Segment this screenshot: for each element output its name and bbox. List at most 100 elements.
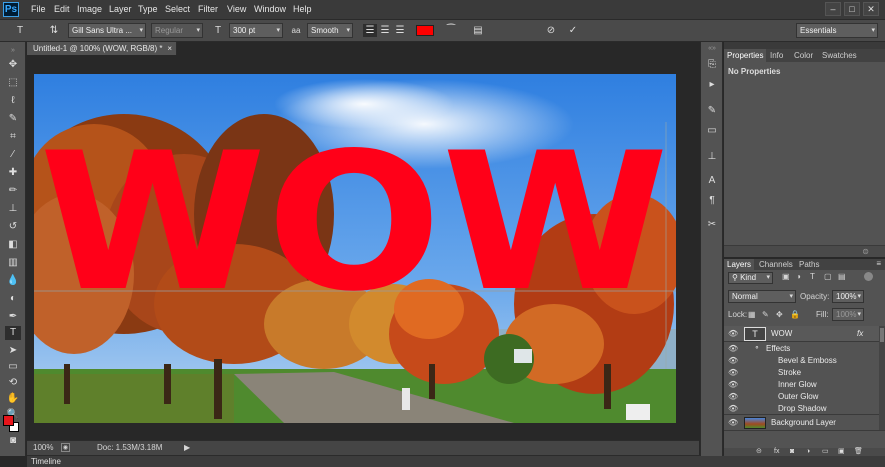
brush-panel-icon[interactable]: ✎ (705, 104, 719, 118)
delete-icon[interactable]: ⊜ (862, 247, 869, 256)
eye-icon[interactable]: 👁 (728, 380, 738, 390)
healing-brush-tool-icon[interactable]: ✚ (5, 166, 21, 180)
filter-toggle[interactable] (864, 272, 873, 281)
link-layers-icon[interactable]: ⊝ (756, 448, 762, 456)
canvas-image[interactable]: WOW (34, 74, 676, 423)
font-family-select[interactable]: Gill Sans Ultra ... ▾ (68, 23, 146, 38)
new-layer-icon[interactable]: ▣ (838, 448, 845, 456)
cancel-icon[interactable]: ⊘ (544, 24, 558, 37)
zoom-level[interactable]: 100% (33, 443, 53, 452)
text-color-swatch[interactable] (416, 25, 434, 36)
filter-shape-icon[interactable]: ▢ (824, 272, 832, 281)
type-tool-preset-icon[interactable]: T (13, 24, 27, 37)
character-panel-icon[interactable]: ▤ (471, 24, 485, 37)
pen-tool-icon[interactable]: ✒ (5, 310, 21, 324)
tab-paths[interactable]: Paths (796, 259, 822, 270)
brush-tool-icon[interactable]: ✏ (5, 184, 21, 198)
menu-window[interactable]: Window (254, 4, 286, 14)
document-tab[interactable]: Untitled-1 @ 100% (WOW, RGB/8) * × (27, 42, 177, 55)
quick-select-tool-icon[interactable]: ✎ (5, 112, 21, 126)
commit-check-icon[interactable]: ✓ (566, 24, 580, 37)
delete-layer-icon[interactable]: 🗑 (854, 448, 863, 456)
tab-properties[interactable]: Properties (724, 49, 767, 62)
layers-scrollbar[interactable] (879, 326, 885, 430)
type-tool-icon[interactable]: T (5, 326, 21, 340)
collapse-icon[interactable]: «» (705, 42, 719, 56)
eye-icon[interactable]: 👁 (728, 329, 738, 339)
align-center-icon[interactable]: ☰ (378, 24, 392, 37)
foreground-color-swatch[interactable] (3, 415, 14, 426)
eraser-tool-icon[interactable]: ◧ (5, 238, 21, 252)
collapse-icon[interactable]: » (5, 44, 21, 58)
warp-text-icon[interactable]: ⁀ (444, 24, 458, 37)
filter-type-icon[interactable]: T (810, 272, 815, 281)
status-menu-arrow-icon[interactable]: ▶ (184, 443, 190, 452)
tool-presets-icon[interactable]: ✂ (705, 218, 719, 232)
move-tool-icon[interactable]: ✥ (5, 58, 21, 72)
dodge-tool-icon[interactable]: ◐ (5, 292, 21, 306)
quick-mask-icon[interactable]: ◙ (5, 434, 21, 448)
filter-adjustment-icon[interactable]: ◑ (796, 272, 801, 281)
menu-filter[interactable]: Filter (198, 4, 218, 14)
filter-pixel-icon[interactable]: ▣ (782, 272, 790, 281)
eye-icon[interactable]: 👁 (728, 404, 738, 414)
blur-tool-icon[interactable]: 💧 (5, 274, 21, 288)
adjustment-layer-icon[interactable]: ◑ (806, 448, 810, 456)
minimize-button[interactable]: – (825, 2, 841, 16)
blend-mode-select[interactable]: Normal ▾ (728, 290, 796, 303)
text-orientation-icon[interactable]: ⇅ (47, 24, 61, 37)
menu-edit[interactable]: Edit (54, 4, 70, 14)
maximize-button[interactable]: □ (844, 2, 860, 16)
layer-row-wow[interactable]: 👁 T WOW fx (724, 326, 885, 342)
close-tab-icon[interactable]: × (167, 42, 172, 55)
eye-icon[interactable]: 👁 (728, 392, 738, 402)
eye-icon[interactable]: 👁 (728, 418, 738, 428)
lock-position-icon[interactable]: ✥ (776, 310, 783, 319)
workspace-select[interactable]: Essentials ▾ (796, 23, 878, 38)
effect-row[interactable]: 👁 Inner Glow (724, 379, 885, 391)
menu-view[interactable]: View (227, 4, 246, 14)
layer-kind-filter[interactable]: ⚲ Kind ▾ (728, 272, 773, 284)
tab-color[interactable]: Color (791, 49, 816, 62)
tab-layers[interactable]: Layers (724, 259, 755, 270)
effect-row[interactable]: 👁 Drop Shadow (724, 403, 885, 415)
tab-info[interactable]: Info (767, 49, 786, 62)
font-style-select[interactable]: Regular ▾ (151, 23, 203, 38)
menu-select[interactable]: Select (165, 4, 190, 14)
new-group-icon[interactable]: ▭ (822, 448, 829, 456)
menu-image[interactable]: Image (77, 4, 102, 14)
eye-icon[interactable]: 👁 (728, 356, 738, 366)
antialias-select[interactable]: Smooth ▾ (307, 23, 353, 38)
menu-file[interactable]: File (31, 4, 46, 14)
shape-tool-icon[interactable]: ▭ (5, 360, 21, 374)
opacity-field[interactable]: 100% ▾ (832, 290, 864, 303)
layer-row-background[interactable]: 👁 Background Layer (724, 415, 885, 431)
timeline-panel[interactable]: Timeline (27, 455, 885, 467)
effect-row[interactable]: 👁 Bevel & Emboss (724, 355, 885, 367)
clone-stamp-tool-icon[interactable]: ⊥ (5, 202, 21, 216)
align-left-icon[interactable]: ☰ (363, 24, 377, 37)
wow-text-layer[interactable]: WOW (39, 112, 669, 333)
fill-field[interactable]: 100% ▾ (832, 308, 864, 321)
path-selection-tool-icon[interactable]: ➤ (5, 344, 21, 358)
clone-source-icon[interactable]: ⊥ (705, 150, 719, 164)
fx-icon[interactable]: fx (857, 328, 863, 340)
gradient-tool-icon[interactable]: ▥ (5, 256, 21, 270)
eyedropper-tool-icon[interactable]: ⁄ (5, 148, 21, 162)
eye-icon[interactable]: 👁 (728, 368, 738, 378)
hand-tool-icon[interactable]: ✋ (5, 392, 21, 406)
lock-transparent-icon[interactable]: ▦ (748, 310, 756, 319)
menu-type[interactable]: Type (138, 4, 158, 14)
menu-help[interactable]: Help (293, 4, 312, 14)
character-panel-icon[interactable]: A (705, 174, 719, 188)
add-style-icon[interactable]: fx (774, 448, 779, 456)
marquee-tool-icon[interactable]: ⬚ (5, 76, 21, 90)
tab-swatches[interactable]: Swatches (819, 49, 860, 62)
effect-row[interactable]: 👁 Stroke (724, 367, 885, 379)
menu-layer[interactable]: Layer (109, 4, 132, 14)
scrollbar-thumb[interactable] (880, 328, 884, 342)
lasso-tool-icon[interactable]: ℓ (5, 94, 21, 108)
lock-all-icon[interactable]: 🔒 (790, 310, 800, 319)
history-brush-tool-icon[interactable]: ↺ (5, 220, 21, 234)
3d-tool-icon[interactable]: ⟲ (5, 376, 21, 390)
